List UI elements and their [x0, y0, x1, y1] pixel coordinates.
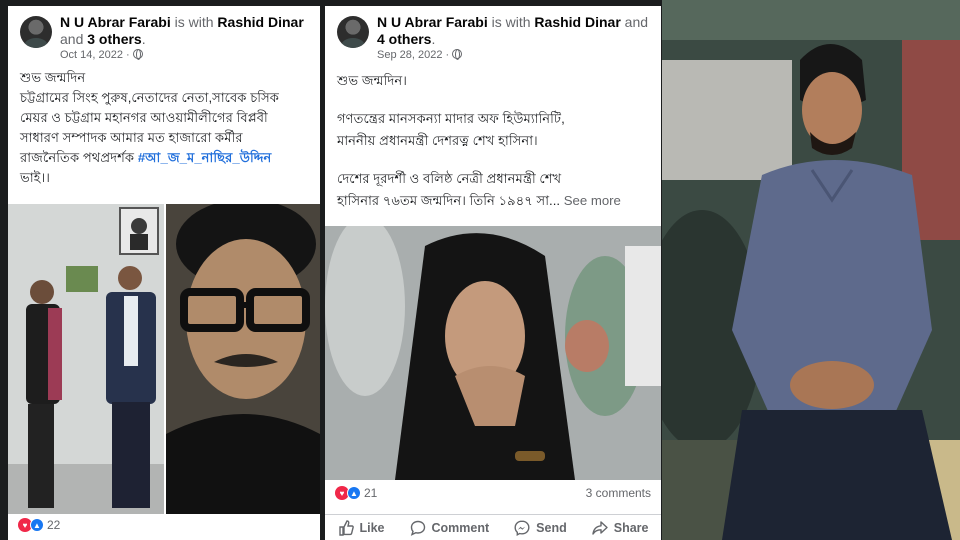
text-line: হাসিনার ৭৬তম জন্মদিন। তিনি ১৯৪৭ সা... Se… — [337, 193, 621, 208]
reaction-summary[interactable]: ♥ ▲ 21 — [335, 486, 377, 500]
post-meta: Oct 14, 2022 · — [60, 49, 143, 61]
post-date[interactable]: Oct 14, 2022 — [60, 49, 123, 61]
and-text: and — [624, 14, 649, 30]
tagged-name[interactable]: Rashid Dinar — [217, 14, 303, 30]
text-line: সাধারণ সম্পাদক আমার মত হাজারো কর্মীর — [20, 130, 243, 145]
post-header: N U Abrar Farabi is with Rashid Dinar an… — [325, 6, 661, 62]
photo-two-men[interactable] — [8, 204, 164, 514]
photo-portrait-man-glasses[interactable] — [166, 204, 320, 514]
share-arrow-icon — [592, 520, 608, 535]
reaction-summary[interactable]: ♥ ▲ 22 — [18, 518, 60, 532]
like-reaction-icon: ▲ — [347, 486, 361, 500]
messenger-icon — [514, 519, 530, 536]
text-line: শুভ জন্মদিন। — [337, 73, 407, 88]
like-reaction-icon: ▲ — [30, 518, 44, 532]
facebook-post-1: N U Abrar Farabi is with Rashid Dinar an… — [8, 6, 320, 540]
send-button[interactable]: Send — [514, 519, 567, 536]
text-line: রাজনৈতিক পথপ্রদর্শক #আ_জ_ম_নাছির_উদ্দিন — [20, 150, 272, 165]
author-avatar[interactable] — [20, 16, 52, 48]
reaction-count: 22 — [47, 518, 61, 532]
with-text: is with — [174, 14, 214, 30]
comment-button[interactable]: Comment — [410, 520, 489, 536]
author-name[interactable]: N U Abrar Farabi — [377, 14, 488, 30]
with-text: is with — [491, 14, 531, 30]
like-button[interactable]: Like — [338, 519, 385, 536]
comments-count[interactable]: 3 comments — [586, 486, 651, 500]
text-line: চট্টগ্রামের সিংহ পুরুষ,নেতাদের নেতা,সাবে… — [20, 90, 280, 105]
comment-bubble-icon — [410, 520, 425, 536]
text-line: গণতন্ত্রের মানসকন্যা মাদার অফ হিউম্যানিট… — [337, 111, 565, 126]
post-date[interactable]: Sep 28, 2022 — [377, 49, 442, 61]
others-link[interactable]: 4 others — [377, 31, 431, 47]
text-line: দেশের দূরদর্শী ও বলিষ্ঠ নেত্রী প্রধানমন্… — [337, 171, 562, 186]
post-action-bar: Like Comment Send Share — [325, 514, 661, 540]
thumbs-up-icon — [338, 519, 354, 536]
author-name[interactable]: N U Abrar Farabi — [60, 14, 171, 30]
globe-icon — [132, 49, 143, 60]
hashtag-link[interactable]: #আ_জ_ম_নাছির_উদ্দিন — [138, 150, 272, 165]
photo-seated-young-man[interactable] — [662, 0, 960, 540]
post-author-line: N U Abrar Farabi is with Rashid Dinar an… — [377, 14, 649, 47]
tagged-name[interactable]: Rashid Dinar — [534, 14, 620, 30]
post-text: শুভ জন্মদিন চট্টগ্রামের সিংহ পুরুষ,নেতাদ… — [20, 68, 310, 188]
author-avatar[interactable] — [337, 16, 369, 48]
see-more-link[interactable]: See more — [564, 193, 621, 208]
text-line: শুভ জন্মদিন — [20, 70, 86, 85]
and-text: and — [60, 31, 84, 47]
post-header: N U Abrar Farabi is with Rashid Dinar an… — [8, 6, 320, 62]
globe-icon — [452, 49, 463, 60]
text-line: মেয়র ও চট্টগ্রাম মহানগর আওয়ামীলীগের বি… — [20, 110, 268, 125]
post-author-line: N U Abrar Farabi is with Rashid Dinar an… — [60, 14, 304, 47]
photo-woman-praying[interactable] — [325, 226, 661, 480]
text-line: ভাই।। — [20, 170, 50, 185]
post-meta: Sep 28, 2022 · — [377, 49, 463, 61]
share-button[interactable]: Share — [592, 520, 648, 536]
reaction-count: 21 — [364, 486, 378, 500]
post-text: শুভ জন্মদিন। গণতন্ত্রের মানসকন্যা মাদার … — [337, 70, 651, 212]
facebook-post-2: N U Abrar Farabi is with Rashid Dinar an… — [325, 6, 661, 540]
others-link[interactable]: 3 others — [87, 31, 141, 47]
text-line: মাননীয় প্রধানমন্ত্রী দেশরত্ন শেখ হাসিনা… — [337, 133, 538, 148]
